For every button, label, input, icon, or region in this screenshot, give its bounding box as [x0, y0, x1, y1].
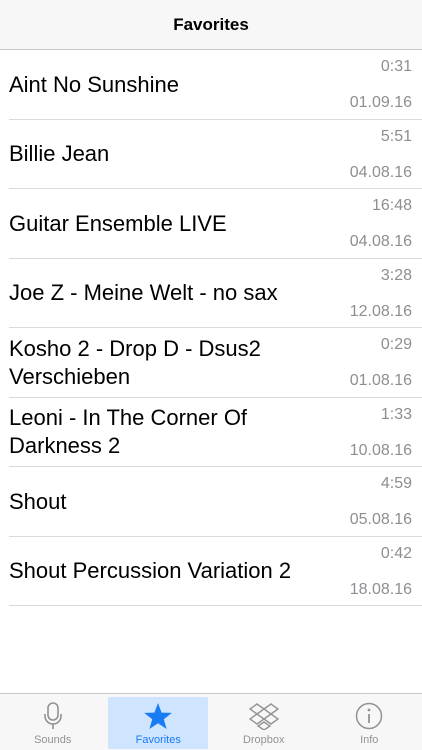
- recording-date: 01.09.16: [349, 94, 412, 111]
- list-item[interactable]: Kosho 2 - Drop D - Dsus2 Verschieben 0:2…: [0, 328, 422, 398]
- recording-title: Kosho 2 - Drop D - Dsus2 Verschieben: [9, 335, 261, 389]
- recording-meta: 0:29 01.08.16: [350, 336, 412, 390]
- tab-dropbox[interactable]: Dropbox: [214, 697, 314, 749]
- recording-duration: 0:31: [380, 58, 412, 75]
- tab-label: Sounds: [34, 734, 72, 746]
- recording-duration: 5:51: [380, 127, 412, 145]
- recording-title: Shout: [9, 488, 67, 514]
- recording-duration: 3:28: [380, 266, 412, 284]
- tab-label: Favorites: [135, 734, 181, 746]
- recording-duration: 0:42: [380, 544, 412, 562]
- recording-meta: 4:59 05.08.16: [350, 475, 412, 529]
- recording-duration: 1:33: [380, 405, 412, 423]
- recording-meta: 0:42 18.08.16: [350, 545, 412, 599]
- info-icon: [353, 701, 385, 731]
- recording-meta: 3:28 12.08.16: [350, 267, 412, 321]
- recording-duration: 0:29: [380, 336, 412, 353]
- list-item[interactable]: Shout Percussion Variation 2 0:42 18.08.…: [0, 537, 422, 607]
- list-item[interactable]: Aint No Sunshine 0:31 01.09.16: [0, 50, 422, 120]
- tab-sounds[interactable]: Sounds: [3, 697, 103, 749]
- recording-date: 01.08.16: [349, 372, 412, 389]
- list-item[interactable]: Joe Z - Meine Welt - no sax 3:28 12.08.1…: [0, 259, 422, 329]
- recording-date: 04.08.16: [349, 233, 412, 250]
- recording-title: Leoni - In The Corner Of Darkness 2: [9, 405, 248, 459]
- microphone-icon: [37, 701, 69, 731]
- dropbox-icon: [248, 701, 280, 731]
- recording-meta: 5:51 04.08.16: [350, 128, 412, 182]
- tab-bar: Sounds Favorites Dropbox Info: [0, 694, 422, 750]
- navigation-bar: Favorites: [0, 0, 422, 50]
- recording-meta: 16:48 04.08.16: [350, 197, 412, 251]
- favorites-list: Aint No Sunshine 0:31 01.09.16 Billie Je…: [0, 50, 422, 606]
- star-icon: [142, 701, 174, 731]
- list-item[interactable]: Shout 4:59 05.08.16: [0, 467, 422, 537]
- tab-label: Dropbox: [242, 734, 285, 746]
- recording-duration: 4:59: [380, 475, 412, 492]
- page-title: Favorites: [173, 14, 249, 34]
- recording-meta: 0:31 01.09.16: [350, 58, 412, 112]
- recording-date: 18.08.16: [349, 580, 412, 598]
- tab-info[interactable]: Info: [319, 697, 419, 749]
- recording-date: 12.08.16: [349, 302, 412, 320]
- recording-meta: 1:33 10.08.16: [350, 406, 412, 460]
- tab-favorites[interactable]: Favorites: [108, 697, 209, 749]
- recording-title: Joe Z - Meine Welt - no sax: [9, 280, 278, 306]
- list-item[interactable]: Leoni - In The Corner Of Darkness 2 1:33…: [0, 398, 422, 468]
- list-item[interactable]: Guitar Ensemble LIVE 16:48 04.08.16: [0, 189, 422, 259]
- recording-title: Aint No Sunshine: [9, 71, 179, 97]
- recording-title: Shout Percussion Variation 2: [9, 558, 292, 584]
- recording-duration: 16:48: [371, 197, 412, 214]
- recording-date: 10.08.16: [349, 441, 412, 459]
- recording-date: 04.08.16: [349, 163, 412, 181]
- tab-label: Info: [360, 734, 379, 746]
- recording-title: Billie Jean: [9, 141, 110, 167]
- recording-title: Guitar Ensemble LIVE: [9, 210, 227, 236]
- list-item[interactable]: Billie Jean 5:51 04.08.16: [0, 120, 422, 190]
- recording-date: 05.08.16: [349, 511, 412, 528]
